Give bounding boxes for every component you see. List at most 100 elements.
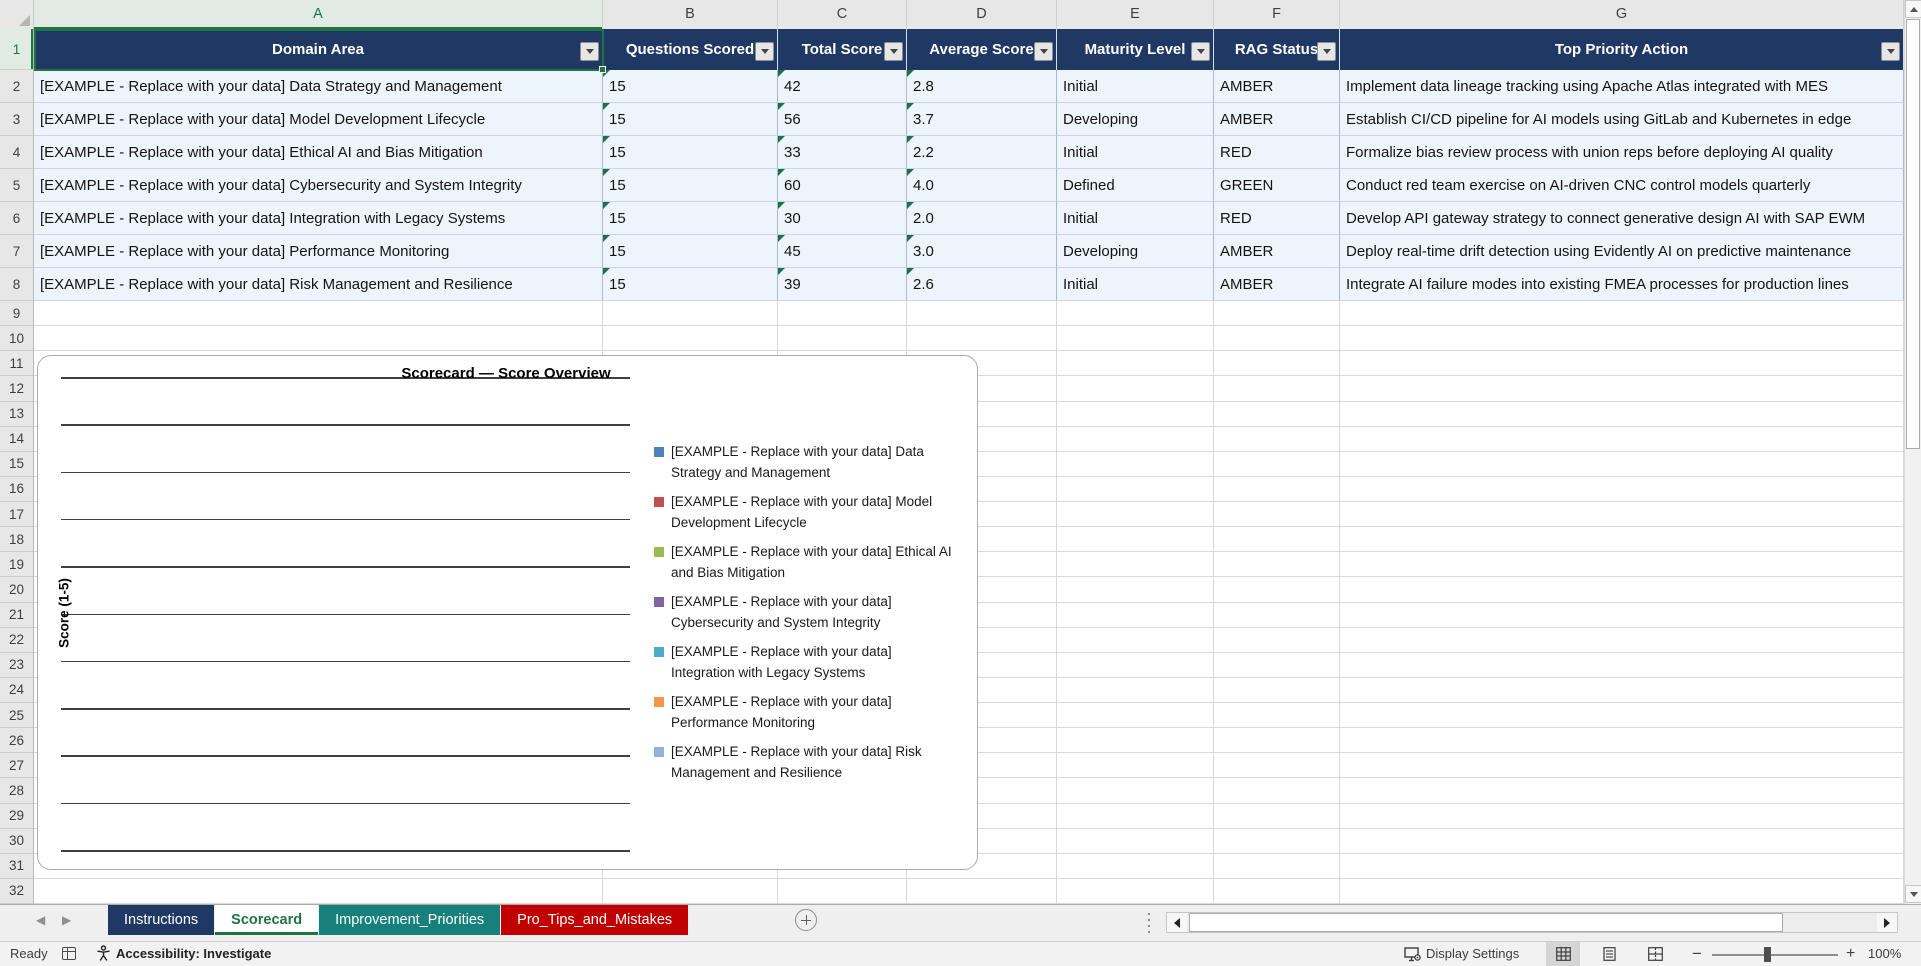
cell-F4[interactable]: RED <box>1214 136 1340 169</box>
cell-A3[interactable]: [EXAMPLE - Replace with your data] Model… <box>34 103 603 136</box>
cell-E8[interactable]: Initial <box>1057 268 1214 301</box>
score-overview-chart[interactable]: Scorecard — Score Overview Score (1-5) [… <box>37 355 978 870</box>
tab-scroll-right-icon[interactable]: ▶ <box>62 913 71 927</box>
row-header-8[interactable]: 8 <box>0 268 33 301</box>
row-header-7[interactable]: 7 <box>0 235 33 268</box>
cell-G4[interactable]: Formalize bias review process with union… <box>1340 136 1904 169</box>
new-sheet-button[interactable] <box>795 909 817 931</box>
cell-G10[interactable] <box>1340 326 1904 352</box>
zoom-slider-thumb[interactable] <box>1764 947 1771 962</box>
page-layout-view-button[interactable] <box>1592 942 1626 966</box>
legend-item[interactable]: [EXAMPLE - Replace with your data] Perfo… <box>654 692 954 733</box>
row-header-24[interactable]: 24 <box>0 678 33 703</box>
zoom-slider-track[interactable] <box>1712 954 1838 956</box>
cell-E22[interactable] <box>1057 627 1214 653</box>
sheet-tab-instructions[interactable]: Instructions <box>108 905 215 935</box>
cell-B4[interactable]: 15 <box>603 136 778 169</box>
column-header-F[interactable]: F <box>1214 0 1340 29</box>
cell-D2[interactable]: 2.8 <box>907 70 1057 103</box>
cell-F31[interactable] <box>1214 853 1340 879</box>
cell-G23[interactable] <box>1340 652 1904 678</box>
cell-F20[interactable] <box>1214 577 1340 603</box>
cell-E6[interactable]: Initial <box>1057 202 1214 235</box>
row-header-4[interactable]: 4 <box>0 136 33 169</box>
page-break-preview-button[interactable] <box>1638 942 1672 966</box>
horizontal-scrollbar[interactable] <box>1166 912 1898 933</box>
row-header-28[interactable]: 28 <box>0 778 33 804</box>
cell-F11[interactable] <box>1214 351 1340 377</box>
row-header-6[interactable]: 6 <box>0 202 33 235</box>
cell-F30[interactable] <box>1214 828 1340 854</box>
cell-E11[interactable] <box>1057 351 1214 377</box>
zoom-out-button[interactable]: − <box>1692 944 1702 964</box>
cell-F16[interactable] <box>1214 476 1340 502</box>
zoom-in-button[interactable]: + <box>1846 945 1855 963</box>
column-header-G[interactable]: G <box>1340 0 1904 29</box>
cell-C2[interactable]: 42 <box>778 70 907 103</box>
cell-F12[interactable] <box>1214 376 1340 402</box>
cell-G3[interactable]: Establish CI/CD pipeline for AI models u… <box>1340 103 1904 136</box>
row-header-10[interactable]: 10 <box>0 326 33 352</box>
cell-C6[interactable]: 30 <box>778 202 907 235</box>
cell-F26[interactable] <box>1214 728 1340 754</box>
cell-G5[interactable]: Conduct red team exercise on AI-driven C… <box>1340 169 1904 202</box>
cell-F9[interactable] <box>1214 301 1340 327</box>
cell-G27[interactable] <box>1340 753 1904 779</box>
legend-item[interactable]: [EXAMPLE - Replace with your data] Cyber… <box>654 592 954 633</box>
cell-G31[interactable] <box>1340 853 1904 879</box>
row-header-17[interactable]: 17 <box>0 502 33 528</box>
row-header-30[interactable]: 30 <box>0 829 33 854</box>
row-header-25[interactable]: 25 <box>0 703 33 729</box>
cell-A5[interactable]: [EXAMPLE - Replace with your data] Cyber… <box>34 169 603 202</box>
cell-F15[interactable] <box>1214 451 1340 477</box>
cell-E10[interactable] <box>1057 326 1214 352</box>
cell-A8[interactable]: [EXAMPLE - Replace with your data] Risk … <box>34 268 603 301</box>
cell-D8[interactable]: 2.6 <box>907 268 1057 301</box>
cell-E29[interactable] <box>1057 803 1214 829</box>
row-header-15[interactable]: 15 <box>0 452 33 477</box>
cell-F3[interactable]: AMBER <box>1214 103 1340 136</box>
row-header-32[interactable]: 32 <box>0 879 33 904</box>
cell-E14[interactable] <box>1057 426 1214 452</box>
row-header-9[interactable]: 9 <box>0 301 33 327</box>
cell-G18[interactable] <box>1340 527 1904 553</box>
select-all-corner[interactable] <box>0 0 34 29</box>
row-header-20[interactable]: 20 <box>0 577 33 603</box>
cell-E2[interactable]: Initial <box>1057 70 1214 103</box>
cell-A10[interactable] <box>34 326 603 352</box>
cell-B5[interactable]: 15 <box>603 169 778 202</box>
cell-D10[interactable] <box>907 326 1057 352</box>
cell-F10[interactable] <box>1214 326 1340 352</box>
sheet-tab-pro_tips_and_mistakes[interactable]: Pro_Tips_and_Mistakes <box>501 905 689 935</box>
sheet-tab-scorecard[interactable]: Scorecard <box>215 905 319 935</box>
filter-dropdown-button[interactable] <box>755 41 774 61</box>
table-header-cell[interactable]: Questions Scored <box>603 29 778 70</box>
legend-item[interactable]: [EXAMPLE - Replace with your data] Integ… <box>654 642 954 683</box>
cell-E15[interactable] <box>1057 451 1214 477</box>
cell-G24[interactable] <box>1340 677 1904 703</box>
cell-G13[interactable] <box>1340 401 1904 427</box>
table-header-cell[interactable]: RAG Status <box>1214 29 1340 70</box>
cell-G26[interactable] <box>1340 728 1904 754</box>
cell-F14[interactable] <box>1214 426 1340 452</box>
cell-G32[interactable] <box>1340 878 1904 904</box>
cell-E4[interactable]: Initial <box>1057 136 1214 169</box>
cell-D6[interactable]: 2.0 <box>907 202 1057 235</box>
horizontal-scroll-thumb[interactable] <box>1189 913 1783 932</box>
cell-B10[interactable] <box>603 326 778 352</box>
cell-F32[interactable] <box>1214 878 1340 904</box>
cell-B32[interactable] <box>603 878 778 904</box>
cell-F19[interactable] <box>1214 552 1340 578</box>
cell-B2[interactable]: 15 <box>603 70 778 103</box>
cell-E28[interactable] <box>1057 778 1214 804</box>
column-header-C[interactable]: C <box>778 0 907 29</box>
cell-F18[interactable] <box>1214 527 1340 553</box>
row-header-1[interactable]: 1 <box>0 29 33 70</box>
scroll-right-button[interactable] <box>1877 913 1897 932</box>
cell-B6[interactable]: 15 <box>603 202 778 235</box>
table-header-cell[interactable]: Total Score <box>778 29 907 70</box>
zoom-level-label[interactable]: 100% <box>1868 946 1901 961</box>
cell-G17[interactable] <box>1340 502 1904 528</box>
cell-E12[interactable] <box>1057 376 1214 402</box>
row-header-22[interactable]: 22 <box>0 628 33 653</box>
